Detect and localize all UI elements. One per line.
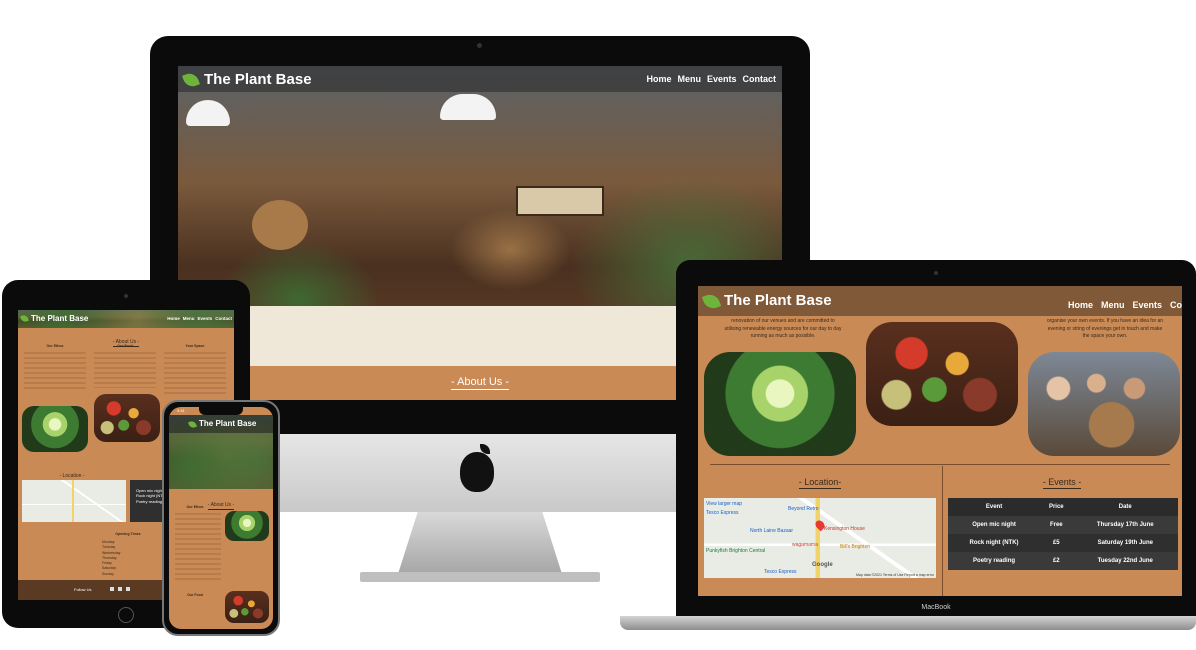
macbook-camera: [934, 271, 938, 275]
map-label: Kensington House: [824, 526, 865, 532]
food-title: Our Food: [187, 593, 203, 597]
map-label: Beyond Retro: [788, 506, 819, 512]
macbook-screen: The Plant Base Home Menu Events Contact …: [698, 286, 1182, 596]
site-header: The Plant Base Home Menu Events Contact: [698, 286, 1182, 316]
events-table: Event Price Date Open mic night Free Thu…: [948, 498, 1178, 570]
table-row: Open mic night Free Thursday 17th June: [948, 516, 1178, 534]
main-nav: Home Menu Events Contact: [646, 74, 776, 84]
iphone-notch: [199, 407, 243, 415]
opening-times-title: Opening Times: [115, 532, 141, 536]
leaf-logo-icon: [188, 420, 197, 429]
site-header: The Plant Base Home Menu Events Contact: [178, 66, 782, 92]
iphone-frame: 9:41 The Plant Base - About Us - Our Eth…: [162, 400, 280, 636]
brand-title[interactable]: The Plant Base: [204, 71, 312, 88]
twitter-icon[interactable]: [126, 587, 130, 591]
text-block: [164, 352, 226, 396]
location-map[interactable]: [22, 480, 126, 522]
site-header: The Plant Base: [169, 415, 273, 433]
nav-events[interactable]: Events: [1133, 300, 1163, 310]
divider: [710, 464, 1170, 465]
apple-logo-icon: [460, 452, 494, 492]
menu-board: [516, 186, 604, 216]
col-title: Your Space: [185, 344, 205, 348]
nav-home[interactable]: Home: [167, 316, 180, 321]
leaf-logo-icon: [182, 71, 200, 89]
col-title: Our Ethos: [46, 344, 64, 348]
space-text: organise your own events. If you have an…: [1046, 318, 1164, 339]
lightbulb-image: [22, 406, 88, 452]
ipad-camera: [124, 294, 128, 298]
site-header: The Plant Base Home Menu Events Contact: [18, 310, 234, 328]
nav-contact[interactable]: Contact: [215, 316, 232, 321]
nav-home[interactable]: Home: [646, 74, 671, 84]
brand-title[interactable]: The Plant Base: [199, 419, 256, 428]
imac-camera: [477, 43, 482, 48]
table-row: Rock night (NTK) £5 Saturday 19th June: [948, 534, 1178, 552]
instagram-icon[interactable]: [118, 587, 122, 591]
macbook-base: [620, 616, 1196, 630]
text-block: [24, 352, 86, 392]
macbook-lid: The Plant Base Home Menu Events Contact …: [676, 260, 1196, 616]
view-larger-map-link[interactable]: View larger map: [706, 501, 742, 507]
hero-image: The Plant Base: [169, 415, 273, 489]
map-label: Tesco Express: [706, 510, 739, 516]
map-footer: Map data ©2021 Terms of Use Report a map…: [856, 573, 934, 577]
location-map[interactable]: View larger map Tesco Express Beyond Ret…: [704, 498, 936, 578]
main-nav: Home Menu Events Contact: [1068, 300, 1182, 310]
nav-menu[interactable]: Menu: [1101, 300, 1125, 310]
map-label: wagamama: [792, 542, 818, 548]
main-nav: Home Menu Events Contact: [167, 316, 232, 321]
brand-title[interactable]: The Plant Base: [31, 314, 88, 323]
iphone-screen: 9:41 The Plant Base - About Us - Our Eth…: [169, 407, 273, 629]
follow-us-label: Follow Us: [74, 587, 92, 592]
nav-menu[interactable]: Menu: [677, 74, 701, 84]
imac-stand: [398, 512, 562, 574]
lightbulb-image: [225, 511, 269, 541]
pendant-lamp: [186, 100, 230, 126]
location-heading: - Location-: [798, 477, 842, 489]
map-label: Punkyfish Brighton Central: [706, 548, 766, 554]
imac-foot: [360, 572, 600, 582]
facebook-icon[interactable]: [110, 587, 114, 591]
spices-image: [94, 394, 160, 442]
map-label: North Laine Bazaar: [750, 528, 794, 534]
leaf-logo-icon: [20, 314, 29, 323]
map-label: Tesco Express: [764, 569, 797, 575]
people-image: [1028, 352, 1180, 456]
header-price: Price: [1040, 498, 1073, 516]
brand-title[interactable]: The Plant Base: [724, 292, 832, 309]
ipad-home-button: [118, 607, 134, 623]
text-block: [175, 513, 221, 583]
nav-contact[interactable]: Contact: [743, 74, 777, 84]
wicker-lamp: [252, 200, 308, 250]
ethos-text: renovation of our venues and are committ…: [724, 318, 842, 339]
status-time: 9:41: [177, 408, 185, 413]
nav-events[interactable]: Events: [197, 316, 212, 321]
header-date: Date: [1072, 498, 1178, 516]
table-header-row: Event Price Date: [948, 498, 1178, 516]
leaf-logo-icon: [701, 291, 722, 312]
spices-image: [866, 322, 1018, 426]
table-row: Poetry reading £2 Tuesday 22nd June: [948, 552, 1178, 570]
events-heading: - Events -: [1042, 477, 1082, 489]
nav-menu[interactable]: Menu: [183, 316, 195, 321]
nav-events[interactable]: Events: [707, 74, 737, 84]
text-block: [94, 352, 156, 388]
header-event: Event: [948, 498, 1041, 516]
nav-home[interactable]: Home: [1068, 300, 1093, 310]
col-title: Our Food: [117, 344, 133, 348]
nav-contact[interactable]: Contact: [1170, 300, 1182, 310]
map-label: Bill's Brighton: [840, 544, 871, 550]
spices-image: [225, 591, 269, 623]
about-title: - About Us -: [450, 376, 510, 390]
pendant-lamp: [440, 94, 496, 120]
macbook-label: MacBook: [921, 604, 951, 611]
google-logo: Google: [812, 562, 833, 568]
lightbulb-image: [704, 352, 856, 456]
opening-times-list: Monday Tuesday Wednesday Thursday Friday…: [102, 540, 121, 576]
ethos-title: Our Ethos: [186, 505, 204, 509]
